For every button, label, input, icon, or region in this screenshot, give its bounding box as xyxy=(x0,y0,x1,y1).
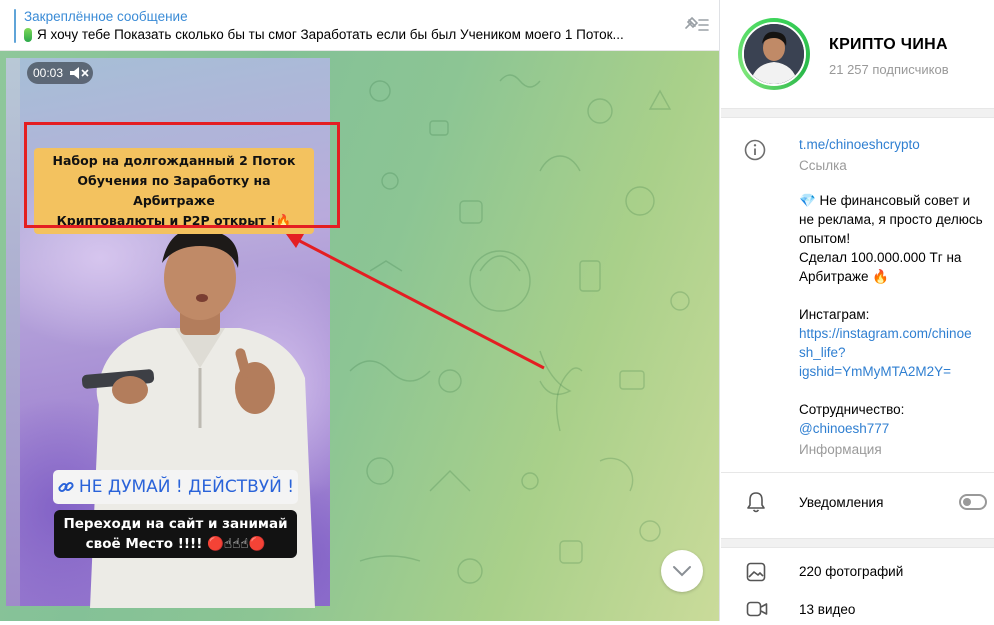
description-line: не реклама, я просто делюсь xyxy=(799,212,983,227)
link-caption: Ссылка xyxy=(799,158,847,173)
description-line: Сделал 100.000.000 Тг на xyxy=(799,250,962,265)
highlight-frame xyxy=(24,122,340,228)
pinned-title: Закреплённое сообщение xyxy=(24,9,188,24)
videos-count: 13 видео xyxy=(799,602,856,617)
cta-subtitle: Переходи на сайт и занимай своё Место !!… xyxy=(54,510,297,558)
cta-sub-line: Переходи на сайт и занимай xyxy=(63,516,288,532)
instagram-link[interactable]: https://instagram.com/chinoe sh_life? ig… xyxy=(799,324,989,381)
divider xyxy=(721,538,994,548)
channel-name: КРИПТО ЧИНА xyxy=(829,36,948,53)
cta-text: НЕ ДУМАЙ ! ДЕЙСТВУЙ ! xyxy=(78,477,295,497)
photos-count: 220 фотографий xyxy=(799,564,904,579)
instagram-label: Инстаграм: xyxy=(799,307,870,322)
chat-panel: Закреплённое сообщение Я хочу тебе Показ… xyxy=(0,0,720,621)
description-line: опытом! xyxy=(799,231,851,246)
annotation-arrow xyxy=(286,234,545,370)
collab-label: Сотрудничество: xyxy=(799,402,905,417)
instagram-link-line: sh_life? xyxy=(799,345,846,360)
notifications-label: Уведомления xyxy=(799,495,884,510)
pinned-preview: Я хочу тебе Показать сколько бы ты смог … xyxy=(37,27,624,42)
divider xyxy=(721,108,994,118)
collab-handle[interactable]: @chinoesh777 xyxy=(799,419,989,438)
channel-description: 💎 Не финансовый совет и не реклама, я пр… xyxy=(799,191,989,459)
video-edge xyxy=(6,58,20,606)
divider xyxy=(721,472,994,473)
muted-speaker-icon[interactable] xyxy=(69,66,89,80)
video-icon xyxy=(746,601,768,617)
pinned-indicator xyxy=(14,9,16,43)
instagram-link-line: igshid=YmMyMTA2M2Y= xyxy=(799,364,952,379)
video-time: 00:03 xyxy=(33,66,64,80)
channel-avatar[interactable] xyxy=(738,18,810,90)
photo-icon xyxy=(746,562,766,582)
channel-info-panel: КРИПТО ЧИНА 21 257 подписчиков t.me/chin… xyxy=(721,0,994,621)
notifications-toggle[interactable] xyxy=(959,494,987,510)
pinned-text: Я хочу тебе Показать сколько бы ты смог … xyxy=(24,27,664,42)
video-time-badge: 00:03 xyxy=(27,62,93,84)
avatar-image xyxy=(744,24,804,84)
link-icon xyxy=(58,481,74,493)
emoji-row: 🔴☝☝☝🔴 xyxy=(207,536,266,552)
instagram-link-line: https://instagram.com/chinoe xyxy=(799,326,972,341)
photos-row[interactable]: 220 фотографий xyxy=(721,557,994,587)
pinned-list-icon[interactable] xyxy=(682,14,710,36)
info-caption: Информация xyxy=(799,442,882,457)
toggle-knob xyxy=(963,498,971,506)
pinned-message-bar[interactable]: Закреплённое сообщение Я хочу тебе Показ… xyxy=(0,0,719,51)
green-dot-icon xyxy=(24,27,32,42)
cta-sub-line: своё Место !!!! xyxy=(85,536,203,552)
channel-link[interactable]: t.me/chinoeshcrypto xyxy=(799,135,989,154)
description-line: 💎 Не финансовый совет и xyxy=(799,193,971,208)
description-line: Арбитраже 🔥 xyxy=(799,269,890,284)
bell-icon xyxy=(747,492,765,513)
info-icon xyxy=(744,139,766,161)
scroll-down-button[interactable] xyxy=(661,550,703,592)
cta-banner: НЕ ДУМАЙ ! ДЕЙСТВУЙ ! xyxy=(53,470,298,504)
subscriber-count: 21 257 подписчиков xyxy=(829,62,949,77)
chevron-down-icon xyxy=(673,566,691,577)
